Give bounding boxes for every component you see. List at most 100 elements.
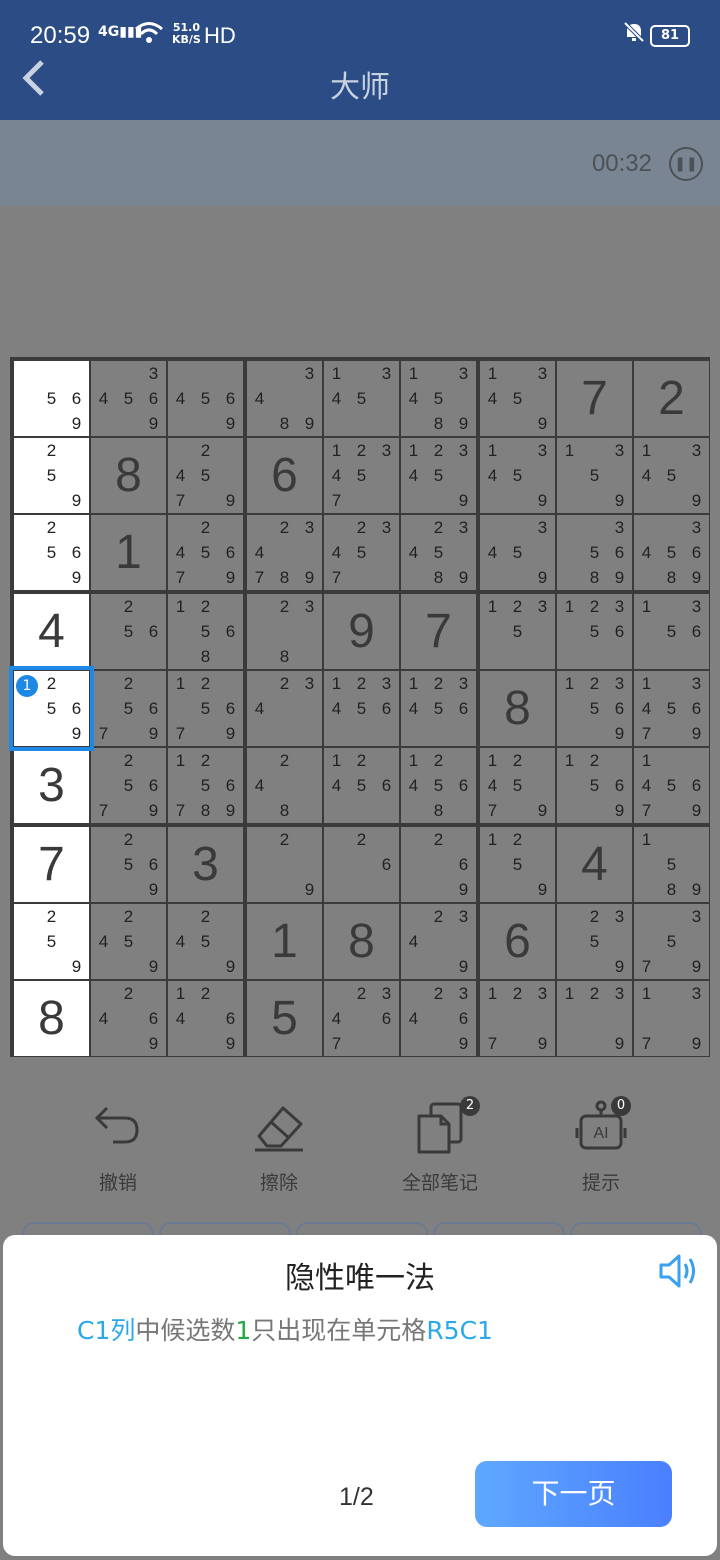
sudoku-cell-r6c5[interactable]: 12456: [324, 748, 399, 823]
candidate-digit: 9: [691, 491, 702, 510]
sudoku-cell-r7c4[interactable]: 29: [247, 827, 322, 902]
undo-button[interactable]: 撤销: [48, 1100, 188, 1195]
pause-icon[interactable]: ❚❚: [669, 147, 703, 181]
given-digit: 4: [581, 838, 608, 891]
sudoku-cell-r8c1[interactable]: 2 59: [14, 904, 89, 979]
sudoku-cell-r5c8[interactable]: 12356 9: [557, 671, 632, 746]
notes-button[interactable]: 2 全部笔记: [370, 1096, 510, 1195]
sudoku-cell-r1c7[interactable]: 1 3 459: [480, 361, 555, 436]
sudoku-cell-r8c8[interactable]: 2359: [557, 904, 632, 979]
sudoku-cell-r9c4[interactable]: 5: [247, 981, 322, 1056]
page-indicator: 1/2: [339, 1483, 374, 1511]
sudoku-cell-r8c9[interactable]: 357 9: [634, 904, 709, 979]
sudoku-cell-r1c3[interactable]: 456 9: [168, 361, 243, 436]
sudoku-cell-r2c6[interactable]: 123 459: [401, 438, 476, 513]
sudoku-cell-r7c5[interactable]: 26: [324, 827, 399, 902]
page-title: 大师: [330, 70, 390, 105]
sudoku-cell-r1c8[interactable]: 7: [557, 361, 632, 436]
status-time: 20:59: [30, 22, 91, 49]
candidate-digit: 9: [304, 414, 315, 433]
sudoku-cell-r8c7[interactable]: 6: [480, 904, 555, 979]
sudoku-cell-r1c1[interactable]: 56 9: [14, 361, 89, 436]
sudoku-cell-r7c9[interactable]: 1589: [634, 827, 709, 902]
sudoku-cell-r2c4[interactable]: 6: [247, 438, 322, 513]
sudoku-cell-r9c2[interactable]: 24 6 9: [91, 981, 166, 1056]
sudoku-cell-r9c9[interactable]: 1 3 7 9: [634, 981, 709, 1056]
sudoku-cell-r7c1[interactable]: 7: [14, 827, 89, 902]
sudoku-cell-r5c3[interactable]: 12 56 7 9: [168, 671, 243, 746]
sudoku-cell-r9c1[interactable]: 8: [14, 981, 89, 1056]
sudoku-cell-r3c5[interactable]: 23 457: [324, 515, 399, 590]
sudoku-cell-r8c4[interactable]: 1: [247, 904, 322, 979]
sudoku-cell-r2c8[interactable]: 1 359: [557, 438, 632, 513]
candidate-digit: 3: [381, 674, 392, 693]
sudoku-cell-r2c5[interactable]: 123 457: [324, 438, 399, 513]
sudoku-cell-r3c2[interactable]: 1: [91, 515, 166, 590]
candidate-digit: 9: [458, 414, 469, 433]
sudoku-cell-r6c9[interactable]: 1 456 7 9: [634, 748, 709, 823]
sudoku-cell-r9c7[interactable]: 123 7 9: [480, 981, 555, 1056]
sudoku-cell-r3c9[interactable]: 3 45689: [634, 515, 709, 590]
sudoku-cell-r7c3[interactable]: 3: [168, 827, 243, 902]
sudoku-cell-r4c4[interactable]: 23 8: [247, 594, 322, 669]
sudoku-cell-r6c7[interactable]: 12457 9: [480, 748, 555, 823]
sudoku-cell-r6c3[interactable]: 12 56 789: [168, 748, 243, 823]
sudoku-cell-r8c2[interactable]: 2459: [91, 904, 166, 979]
sudoku-cell-r3c1[interactable]: 2 56 9: [14, 515, 89, 590]
ai-hint-button[interactable]: AI 0 提示: [531, 1096, 671, 1195]
candidate-digit: 5: [123, 932, 134, 951]
sudoku-cell-r3c6[interactable]: 23 45 89: [401, 515, 476, 590]
sudoku-cell-r4c9[interactable]: 1 356: [634, 594, 709, 669]
sudoku-cell-r6c1[interactable]: 3: [14, 748, 89, 823]
sudoku-cell-r6c8[interactable]: 12 56 9: [557, 748, 632, 823]
sudoku-cell-r5c5[interactable]: 123 456: [324, 671, 399, 746]
sudoku-cell-r1c5[interactable]: 1 3 45: [324, 361, 399, 436]
sudoku-cell-r5c6[interactable]: 123 456: [401, 671, 476, 746]
sudoku-cell-r1c2[interactable]: 3 456 9: [91, 361, 166, 436]
sudoku-cell-r1c9[interactable]: 2: [634, 361, 709, 436]
sudoku-cell-r4c2[interactable]: 2 56: [91, 594, 166, 669]
sudoku-cell-r4c5[interactable]: 9: [324, 594, 399, 669]
sudoku-cell-r4c1[interactable]: 4: [14, 594, 89, 669]
sudoku-cell-r9c3[interactable]: 124 6 9: [168, 981, 243, 1056]
next-page-button[interactable]: 下一页: [475, 1461, 672, 1527]
sudoku-cell-r9c6[interactable]: 23 4 6 9: [401, 981, 476, 1056]
sudoku-cell-r4c6[interactable]: 7: [401, 594, 476, 669]
sudoku-cell-r8c3[interactable]: 2459: [168, 904, 243, 979]
sudoku-cell-r1c4[interactable]: 3 489: [247, 361, 322, 436]
speaker-icon[interactable]: [657, 1251, 701, 1300]
eraser-button[interactable]: 擦除: [209, 1100, 349, 1195]
sudoku-cell-r5c4[interactable]: 23 4: [247, 671, 322, 746]
sudoku-cell-r4c7[interactable]: 1235: [480, 594, 555, 669]
sudoku-cell-r2c3[interactable]: 2457 9: [168, 438, 243, 513]
sudoku-cell-r5c2[interactable]: 2 56 7 9: [91, 671, 166, 746]
sudoku-cell-r5c9[interactable]: 1 3 456 7 9: [634, 671, 709, 746]
sudoku-cell-r2c2[interactable]: 8: [91, 438, 166, 513]
sudoku-cell-r3c4[interactable]: 23 4 789: [247, 515, 322, 590]
sudoku-cell-r2c7[interactable]: 1 3 459: [480, 438, 555, 513]
sudoku-cell-r7c2[interactable]: 2 56 9: [91, 827, 166, 902]
sudoku-cell-r4c3[interactable]: 12 568: [168, 594, 243, 669]
sudoku-cell-r3c7[interactable]: 3 459: [480, 515, 555, 590]
sudoku-cell-r7c6[interactable]: 26 9: [401, 827, 476, 902]
sudoku-cell-r1c6[interactable]: 1 3 45 89: [401, 361, 476, 436]
sudoku-cell-r2c9[interactable]: 1 3 459: [634, 438, 709, 513]
sudoku-cell-r6c4[interactable]: 248: [247, 748, 322, 823]
sudoku-cell-r4c8[interactable]: 12356: [557, 594, 632, 669]
sudoku-cell-r3c3[interactable]: 2456 7 9: [168, 515, 243, 590]
given-digit: 6: [504, 915, 531, 968]
sudoku-cell-r2c1[interactable]: 2 59: [14, 438, 89, 513]
sudoku-cell-r6c6[interactable]: 124568: [401, 748, 476, 823]
sudoku-cell-r7c7[interactable]: 12 59: [480, 827, 555, 902]
sudoku-cell-r8c5[interactable]: 8: [324, 904, 399, 979]
sudoku-cell-r7c8[interactable]: 4: [557, 827, 632, 902]
sudoku-cell-r9c5[interactable]: 23 4 6 7: [324, 981, 399, 1056]
sudoku-cell-r9c8[interactable]: 123 9: [557, 981, 632, 1056]
ai-hint-icon: AI: [531, 1100, 671, 1160]
sudoku-cell-r5c7[interactable]: 8: [480, 671, 555, 746]
sudoku-cell-r3c8[interactable]: 35689: [557, 515, 632, 590]
given-digit: 4: [38, 605, 65, 658]
candidate-digit: 9: [148, 1034, 159, 1053]
sudoku-cell-r8c6[interactable]: 23 4 9: [401, 904, 476, 979]
sudoku-cell-r6c2[interactable]: 2 56 7 9: [91, 748, 166, 823]
